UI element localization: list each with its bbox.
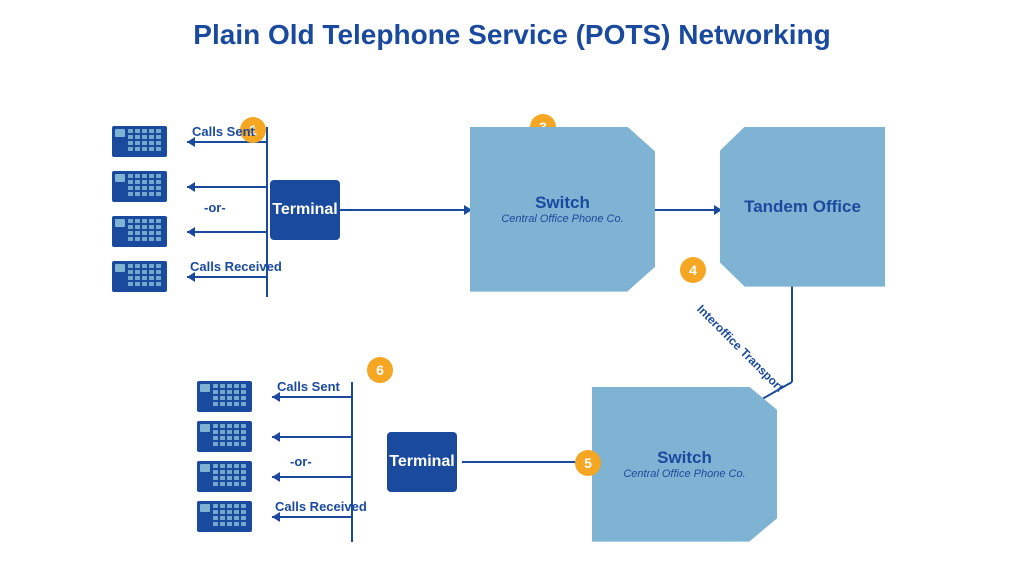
phone-icon-3 bbox=[112, 214, 167, 254]
calls-sent-label-top: Calls Sent bbox=[192, 124, 255, 140]
badge-4: 4 bbox=[680, 257, 706, 283]
terminal-bottom: Terminal bbox=[387, 432, 457, 492]
phone-icon-2 bbox=[112, 169, 167, 209]
terminal-bottom-label: Terminal bbox=[389, 453, 455, 471]
terminal-top-label: Terminal bbox=[272, 201, 338, 219]
switch-top-title: Switch bbox=[535, 193, 590, 213]
interoffice-label: Interoffice Transport bbox=[694, 302, 786, 394]
phone-icon-8 bbox=[197, 499, 252, 539]
phone-icon-1 bbox=[112, 124, 167, 164]
or-label-top: -or- bbox=[204, 200, 226, 216]
or-label-bottom: -or- bbox=[290, 454, 312, 470]
calls-sent-label-bottom: Calls Sent bbox=[277, 379, 340, 395]
phone-icon-6 bbox=[197, 419, 252, 459]
switch-bottom-sub: Central Office Phone Co. bbox=[623, 468, 745, 480]
terminal-top: Terminal bbox=[270, 180, 340, 240]
switch-bottom-title: Switch bbox=[657, 448, 712, 468]
diagram-area: 1 bbox=[32, 62, 992, 542]
calls-received-label-bottom: Calls Received bbox=[275, 499, 367, 515]
switch-bottom: Switch Central Office Phone Co. bbox=[592, 387, 777, 542]
switch-top: Switch Central Office Phone Co. bbox=[470, 127, 655, 292]
page-title: Plain Old Telephone Service (POTS) Netwo… bbox=[32, 18, 992, 52]
badge-5: 5 bbox=[575, 450, 601, 476]
switch-top-sub: Central Office Phone Co. bbox=[501, 213, 623, 225]
phone-icon-7 bbox=[197, 459, 252, 499]
calls-received-label-top: Calls Received bbox=[190, 259, 282, 275]
badge-6: 6 bbox=[367, 357, 393, 383]
phone-icon-4 bbox=[112, 259, 167, 299]
tandem-office: Tandem Office bbox=[720, 127, 885, 287]
diagram-container: Plain Old Telephone Service (POTS) Netwo… bbox=[12, 8, 1012, 568]
tandem-title: Tandem Office bbox=[744, 197, 861, 217]
phone-icon-5 bbox=[197, 379, 252, 419]
